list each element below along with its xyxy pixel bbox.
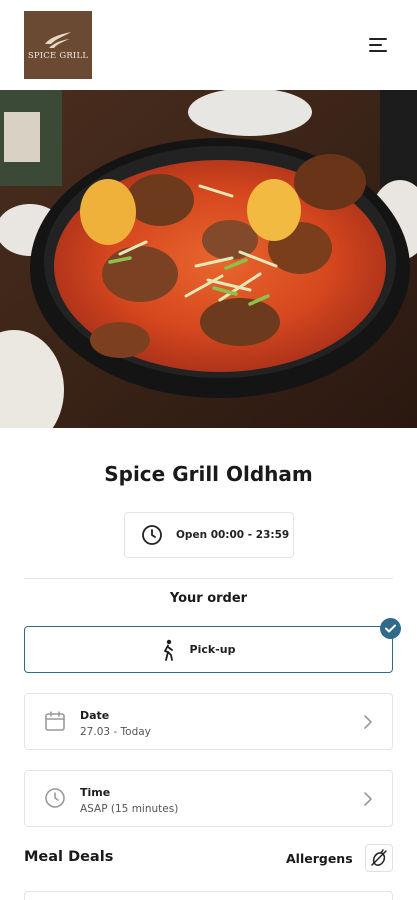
calendar-icon (45, 711, 65, 731)
opening-hours-text: Open 00:00 - 23:59 (176, 529, 290, 541)
allergen-icon (371, 849, 387, 866)
flame-logo-icon (45, 31, 71, 48)
logo-text: SPICE GRILL (27, 50, 89, 61)
opening-hours-badge: Open 00:00 - 23:59 (124, 512, 294, 558)
walking-person-icon (163, 639, 173, 661)
hamburger-menu-icon[interactable] (366, 34, 390, 56)
time-value: ASAP (15 minutes) (80, 803, 179, 815)
pickup-option-button[interactable]: Pick-up (24, 626, 393, 673)
selected-checkmark-icon (380, 618, 401, 639)
restaurant-logo[interactable]: SPICE GRILL (24, 11, 92, 79)
time-selector[interactable]: Time ASAP (15 minutes) (24, 770, 393, 827)
date-value: 27.03 - Today (80, 726, 151, 738)
chevron-right-icon (364, 792, 372, 806)
date-selector[interactable]: Date 27.03 - Today (24, 693, 393, 750)
restaurant-name: Spice Grill Oldham (104, 462, 313, 486)
allergens-link[interactable]: Allergens (286, 851, 353, 866)
section-divider (24, 578, 393, 579)
chevron-right-icon (364, 715, 372, 729)
app-header: SPICE GRILL (0, 0, 417, 90)
allergens-filter-button[interactable] (365, 844, 393, 872)
hero-food-image (0, 90, 417, 428)
pickup-option-label: Pick-up (189, 643, 236, 656)
clock-icon (45, 788, 65, 808)
meal-deal-card[interactable] (24, 891, 393, 900)
time-label: Time (80, 786, 111, 799)
clock-icon (142, 525, 162, 545)
date-label: Date (80, 709, 110, 722)
your-order-heading: Your order (169, 591, 248, 606)
menu-section-title: Meal Deals (24, 849, 114, 865)
